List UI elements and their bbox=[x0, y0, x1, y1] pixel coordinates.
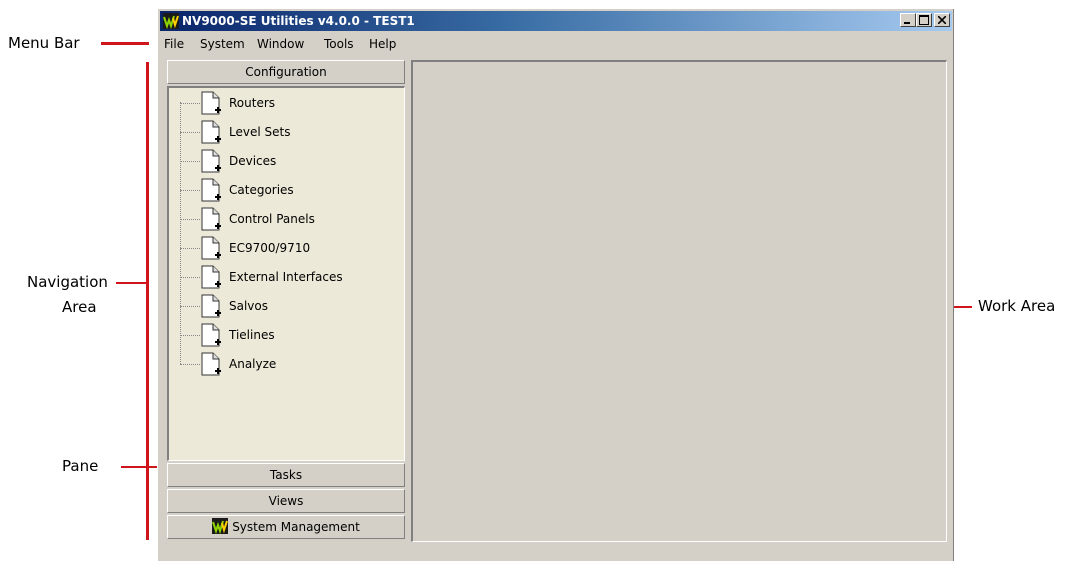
work-area-callout: Work Area bbox=[978, 297, 1056, 315]
tree-item-label: Analyze bbox=[229, 357, 277, 371]
title-bar[interactable]: NV9000-SE Utilities v4.0.0 - TEST1 bbox=[160, 11, 952, 31]
menu-file[interactable]: File bbox=[164, 37, 184, 51]
app-logo-icon bbox=[163, 13, 179, 29]
new-document-icon bbox=[201, 323, 221, 347]
system-management-pane-button[interactable]: System Management bbox=[167, 515, 405, 539]
window-title: NV9000-SE Utilities v4.0.0 - TEST1 bbox=[182, 14, 415, 28]
tree-item-ec9700[interactable]: EC9700/9710 bbox=[180, 235, 400, 263]
tree-item-label: Tielines bbox=[229, 328, 275, 342]
menu-bar-callout-line bbox=[101, 42, 149, 45]
work-area[interactable] bbox=[411, 60, 947, 542]
configuration-pane-button[interactable]: Configuration bbox=[167, 60, 405, 84]
tree-item-external-interfaces[interactable]: External Interfaces bbox=[180, 264, 400, 292]
tree-item-analyze[interactable]: Analyze bbox=[180, 351, 400, 379]
system-management-label: System Management bbox=[232, 520, 360, 534]
close-icon[interactable] bbox=[934, 13, 950, 27]
tree-item-tielines[interactable]: Tielines bbox=[180, 322, 400, 350]
tree-item-label: External Interfaces bbox=[229, 270, 343, 284]
tree-item-label: Control Panels bbox=[229, 212, 315, 226]
menu-help[interactable]: Help bbox=[369, 37, 396, 51]
tree-item-salvos[interactable]: Salvos bbox=[180, 293, 400, 321]
new-document-icon bbox=[201, 236, 221, 260]
tasks-pane-button[interactable]: Tasks bbox=[167, 463, 405, 487]
navigation-callout-line1: Navigation bbox=[27, 273, 108, 291]
new-document-icon bbox=[201, 265, 221, 289]
new-document-icon bbox=[201, 149, 221, 173]
tree-item-control-panels[interactable]: Control Panels bbox=[180, 206, 400, 234]
configuration-tree: Routers Level Sets Devices Categories Co bbox=[167, 86, 405, 461]
system-management-icon bbox=[212, 518, 229, 535]
tree-item-categories[interactable]: Categories bbox=[180, 177, 400, 205]
tree-item-label: Routers bbox=[229, 96, 276, 110]
menu-bar-callout: Menu Bar bbox=[8, 34, 80, 52]
app-window: NV9000-SE Utilities v4.0.0 - TEST1 File … bbox=[157, 8, 954, 561]
menu-window[interactable]: Window bbox=[257, 37, 304, 51]
menu-bar: File System Window Tools Help bbox=[160, 33, 952, 53]
tree-item-label: Level Sets bbox=[229, 125, 291, 139]
tree-item-label: Salvos bbox=[229, 299, 268, 313]
pane-callout: Pane bbox=[62, 457, 99, 475]
tree-item-label: Devices bbox=[229, 154, 277, 168]
tree-item-devices[interactable]: Devices bbox=[180, 148, 400, 176]
maximize-icon[interactable] bbox=[916, 13, 932, 27]
new-document-icon bbox=[201, 91, 221, 115]
tree-item-routers[interactable]: Routers bbox=[180, 90, 400, 118]
new-document-icon bbox=[201, 120, 221, 144]
navigation-callout-line bbox=[116, 282, 146, 284]
menu-system[interactable]: System bbox=[200, 37, 245, 51]
tree-item-label: Categories bbox=[229, 183, 294, 197]
minimize-icon[interactable] bbox=[900, 13, 916, 27]
new-document-icon bbox=[201, 178, 221, 202]
menu-tools[interactable]: Tools bbox=[324, 37, 354, 51]
new-document-icon bbox=[201, 294, 221, 318]
tree-item-label: EC9700/9710 bbox=[229, 241, 311, 255]
navigation-area-bracket bbox=[146, 62, 149, 540]
navigation-callout-line2: Area bbox=[62, 298, 97, 316]
new-document-icon bbox=[201, 352, 221, 376]
tree-item-level-sets[interactable]: Level Sets bbox=[180, 119, 400, 147]
navigation-area: Configuration Routers Level Sets Devices bbox=[167, 60, 405, 542]
new-document-icon bbox=[201, 207, 221, 231]
views-pane-button[interactable]: Views bbox=[167, 489, 405, 513]
